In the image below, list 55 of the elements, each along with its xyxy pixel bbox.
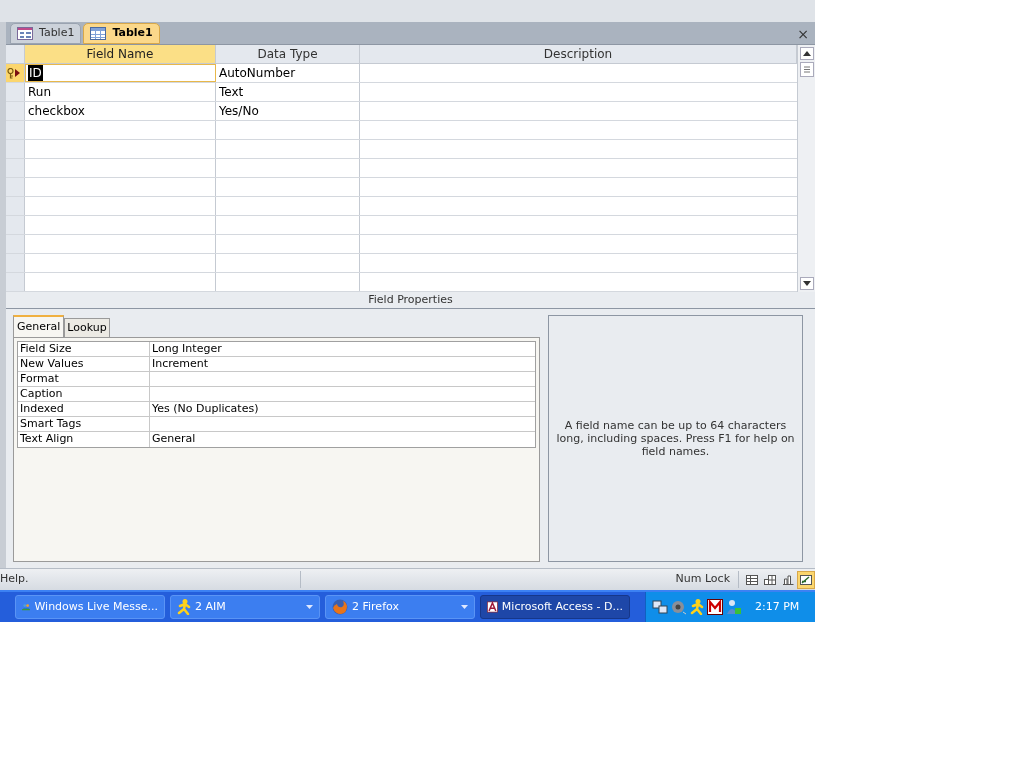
property-label: Field Size [18, 342, 150, 356]
property-label: Text Align [18, 432, 150, 447]
field-name-cell[interactable]: checkbox [28, 102, 85, 120]
property-value[interactable]: Increment [152, 355, 209, 373]
property-label: Smart Tags [18, 417, 150, 431]
taskbar-button[interactable]: Microsoft Access - D... [480, 595, 630, 619]
property-tab[interactable]: General [13, 315, 65, 337]
scroll-thumb-icon[interactable] [799, 62, 814, 77]
document-tab[interactable]: Table1 [10, 23, 82, 44]
field-name-cell[interactable]: Run [28, 83, 51, 101]
section-title: Field Properties [368, 291, 453, 308]
taskbar-button[interactable]: 2 Firefox [325, 595, 475, 619]
data-type-cell[interactable]: Text [216, 83, 360, 101]
property-label: Caption [18, 387, 150, 401]
property-label: Format [18, 372, 150, 386]
vertical-scrollbar[interactable] [797, 45, 815, 292]
chart-view-icon [782, 574, 794, 585]
property-label: New Values [18, 357, 150, 371]
scroll-down-icon[interactable] [799, 277, 814, 290]
form-icon [17, 27, 33, 40]
property-tab[interactable]: Lookup [64, 318, 110, 337]
row-selector[interactable] [6, 64, 25, 82]
speaker-icon [671, 599, 687, 615]
person-status-icon [726, 599, 742, 615]
running-man-icon [690, 599, 704, 615]
running-man-icon [177, 599, 191, 615]
datasheet-view-icon [746, 574, 758, 585]
scroll-up-icon[interactable] [799, 47, 814, 60]
status-message: Help. [0, 571, 301, 588]
property-value[interactable]: General [152, 431, 196, 448]
clock: 2:17 PM [755, 598, 800, 615]
property-value[interactable]: Yes (No Duplicates) [152, 400, 259, 418]
document-tab[interactable]: Table1 [83, 23, 160, 44]
taskbar-button[interactable]: 2 AIM [170, 595, 320, 619]
property-label: Indexed [18, 402, 150, 416]
design-view-icon [800, 574, 812, 585]
current-row-arrow-icon [15, 69, 20, 77]
data-type-cell[interactable]: AutoNumber [216, 64, 360, 82]
column-header[interactable]: Data Type [216, 45, 360, 63]
field-name-cell[interactable]: ID [28, 64, 43, 82]
data-type-cell[interactable]: Yes/No [216, 102, 360, 120]
globe-fox-icon [332, 599, 348, 615]
mail-m-icon [707, 599, 723, 615]
key-icon [7, 67, 14, 79]
grid-view-icon [764, 574, 776, 585]
access-logo-icon [487, 599, 498, 615]
taskbar-button[interactable]: Windows Live Messe... [15, 595, 165, 619]
help-text: A field name can be up to 64 characters long, including spaces. Press F1 for help on field names. [555, 419, 796, 458]
close-button[interactable]: × [797, 27, 809, 41]
num-lock-indicator: Num Lock [675, 571, 739, 588]
property-value[interactable]: Long Integer [152, 340, 222, 358]
column-header[interactable]: Field Name [25, 45, 216, 63]
table-icon [90, 27, 107, 40]
view-button[interactable] [797, 570, 815, 589]
network-icon [652, 599, 668, 615]
